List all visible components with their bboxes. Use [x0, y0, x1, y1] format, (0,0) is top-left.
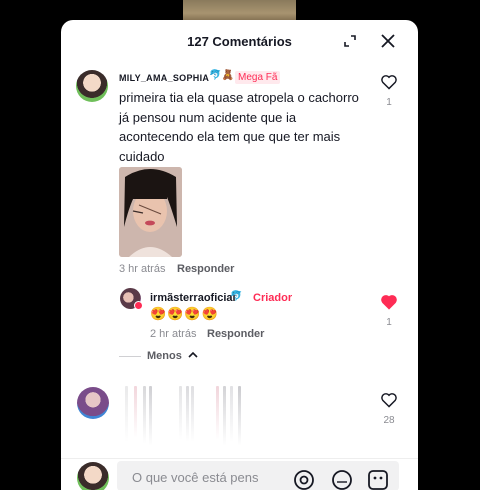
like-button[interactable]: 1: [377, 74, 401, 108]
username-emoji: 🐬🧸: [209, 70, 234, 81]
photo-portrait: [119, 167, 182, 257]
like-count: 1: [386, 317, 392, 328]
comment-photo[interactable]: [119, 167, 182, 257]
comments-title: 127 Comentários: [187, 34, 292, 49]
heart-outline-icon: [381, 75, 397, 90]
creator-badge: Criador: [253, 292, 293, 304]
reply-text: 😍😍😍😍: [150, 306, 219, 321]
divider-line: [119, 356, 141, 357]
like-button[interactable]: 1: [377, 294, 401, 328]
avatar[interactable]: [77, 387, 109, 419]
comment-composer: [61, 458, 418, 490]
comments-header: 127 Comentários: [61, 20, 418, 62]
reply-button[interactable]: Responder: [177, 263, 234, 275]
reply-button[interactable]: Responder: [207, 328, 264, 340]
fan-badge: Mega Fã: [235, 71, 281, 84]
chevron-up-icon: [188, 351, 198, 358]
reply-username[interactable]: irmãsterraoficial: [150, 292, 236, 304]
like-count: 28: [383, 415, 395, 426]
heart-filled-icon: [381, 295, 397, 310]
collapse-replies-button[interactable]: Menos: [147, 350, 198, 362]
reply-time: 2 hr atrás: [150, 328, 197, 340]
comment-time: 3 hr atrás: [119, 263, 166, 275]
live-dot: [134, 301, 143, 310]
username-emoji: 🐬: [230, 291, 243, 302]
comment-input[interactable]: [130, 467, 284, 487]
comment-username[interactable]: MILY_AMA_SOPHIA: [119, 73, 209, 83]
comment-text: primeira tia ela quase atropela o cachor…: [119, 90, 359, 164]
expand-icon[interactable]: [341, 32, 359, 50]
like-button[interactable]: 28: [377, 392, 401, 426]
comment-input-box[interactable]: [117, 461, 399, 490]
heart-outline-icon: [381, 393, 397, 408]
avatar[interactable]: [76, 70, 108, 102]
like-count: 1: [386, 97, 392, 108]
my-avatar: [77, 462, 109, 490]
comments-sheet: 127 Comentários MILY_AMA_SOPHIA 🐬🧸 Mega …: [61, 20, 418, 490]
video-background: [183, 0, 296, 22]
close-icon[interactable]: [379, 32, 397, 50]
collapse-label: Menos: [147, 350, 182, 362]
